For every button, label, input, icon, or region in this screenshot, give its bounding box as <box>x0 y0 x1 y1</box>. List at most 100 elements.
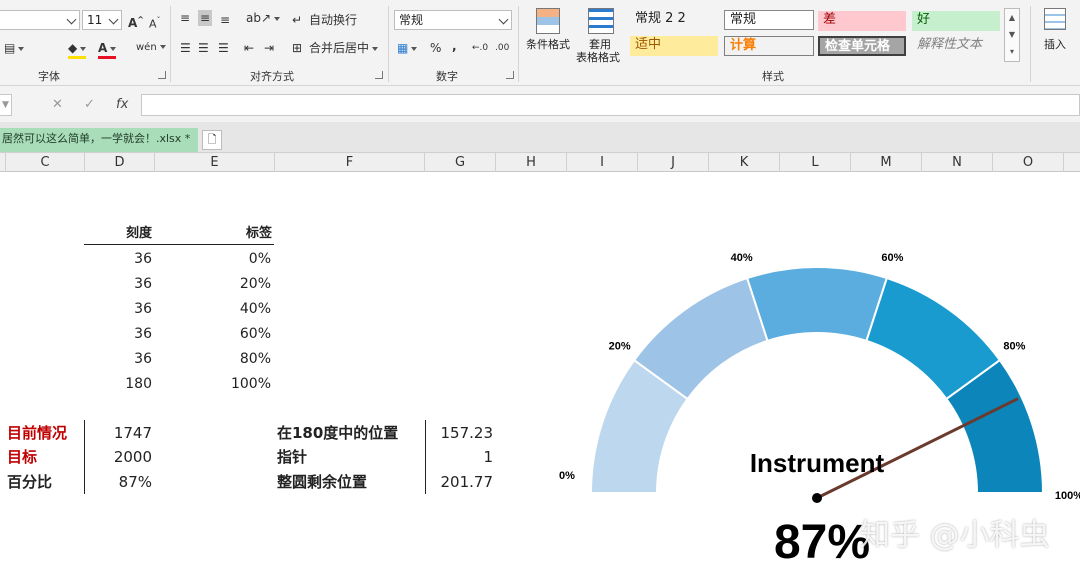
column-header-g[interactable]: G <box>425 153 496 172</box>
style-normal-2-2[interactable]: 常规 2 2 <box>630 10 718 30</box>
style-check-cell[interactable]: 检查单元格 <box>818 36 906 56</box>
gauge-segment[interactable] <box>745 266 889 343</box>
column-header-h[interactable]: H <box>496 153 567 172</box>
merge-icon[interactable]: ⊞ <box>292 40 302 56</box>
align-right-icon[interactable]: ☰ <box>218 40 229 56</box>
column-header-j[interactable]: J <box>638 153 709 172</box>
column-header-k[interactable]: K <box>709 153 780 172</box>
column-header-l[interactable]: L <box>780 153 851 172</box>
table-header-label[interactable]: 标签 <box>220 225 272 243</box>
align-top-icon[interactable]: ≡ <box>180 10 190 26</box>
font-color-icon[interactable]: A <box>98 40 117 59</box>
summary-label[interactable]: 目标 <box>7 448 37 466</box>
borders-icon[interactable]: ▤ <box>4 40 25 56</box>
column-header-o[interactable]: O <box>993 153 1064 172</box>
summary-value[interactable]: 1747 <box>90 424 152 442</box>
insert-button[interactable]: 插入 <box>1040 38 1070 51</box>
new-document-icon[interactable]: 🗋 <box>202 130 222 150</box>
wrap-text-button[interactable]: 自动换行 <box>309 12 357 28</box>
table-cell[interactable]: 36 <box>90 250 152 268</box>
style-neutral[interactable]: 适中 <box>630 36 718 56</box>
column-header-n[interactable]: N <box>922 153 993 172</box>
calc-value[interactable]: 1 <box>430 448 493 466</box>
enter-icon[interactable]: ✓ <box>84 97 95 112</box>
table-header-scale[interactable]: 刻度 <box>100 225 152 243</box>
number-launcher-icon[interactable] <box>506 71 514 79</box>
gauge-value-text: 87% <box>774 516 870 569</box>
column-header-i[interactable]: I <box>567 153 638 172</box>
table-format-icon[interactable] <box>588 8 614 34</box>
font-launcher-icon[interactable] <box>158 71 166 79</box>
style-calculation[interactable]: 计算 <box>724 36 814 56</box>
summary-label[interactable]: 目前情况 <box>7 424 67 442</box>
table-cell[interactable]: 80% <box>200 350 271 368</box>
decrease-decimal-icon[interactable]: .00 <box>495 40 509 56</box>
increase-decimal-icon[interactable]: ←.0 <box>472 40 488 56</box>
insert-icon[interactable] <box>1044 8 1066 30</box>
table-cell[interactable]: 180 <box>90 375 152 393</box>
table-format-label-2[interactable]: 表格格式 <box>572 51 624 64</box>
align-bottom-icon[interactable]: ≡ <box>220 12 230 28</box>
column-header-e[interactable]: E <box>155 153 275 172</box>
orientation-icon[interactable]: ab↗ <box>246 10 281 26</box>
fill-color-icon[interactable]: ◆ <box>68 40 87 59</box>
number-format-combo[interactable]: 常规 <box>394 10 512 30</box>
gauge-tick-label: 60% <box>881 252 903 264</box>
table-cell[interactable]: 36 <box>90 325 152 343</box>
calc-label[interactable]: 指针 <box>277 448 307 466</box>
decrease-indent-icon[interactable]: ⇤ <box>244 40 254 56</box>
cond-format-button[interactable]: 条件格式 <box>522 38 574 51</box>
column-header-d[interactable]: D <box>85 153 155 172</box>
table-cell[interactable]: 60% <box>200 325 271 343</box>
calc-label[interactable]: 整圆剩余位置 <box>277 473 367 491</box>
column-header-m[interactable]: M <box>851 153 922 172</box>
gauge-title: Instrument <box>750 448 885 478</box>
styles-scroll[interactable]: ▲ ▼ ▾ <box>1004 8 1020 62</box>
accounting-icon[interactable]: ▦ <box>397 40 418 56</box>
table-format-label-1[interactable]: 套用 <box>576 38 624 51</box>
wrap-text-icon[interactable]: ↵ <box>292 12 302 28</box>
table-cell[interactable]: 36 <box>90 275 152 293</box>
grow-font-icon[interactable]: A^ <box>128 12 144 31</box>
calc-label[interactable]: 在180度中的位置 <box>277 424 398 442</box>
cancel-icon[interactable]: ✕ <box>52 97 63 112</box>
merge-center-button[interactable]: 合并后居中 <box>309 40 379 56</box>
fx-icon[interactable]: fx <box>116 97 128 112</box>
summary-value[interactable]: 87% <box>90 473 152 491</box>
align-left-icon[interactable]: ☰ <box>180 40 191 56</box>
column-header-c[interactable]: C <box>6 153 85 172</box>
phonetic-icon[interactable]: wén <box>136 40 166 56</box>
document-tab[interactable]: 居然可以这么简单，一学就会！.xlsx * <box>0 128 198 152</box>
gauge-pivot <box>812 493 822 503</box>
table-cell[interactable]: 0% <box>200 250 271 268</box>
table-cell[interactable]: 20% <box>200 275 271 293</box>
gauge-tick-label: 80% <box>1003 341 1025 353</box>
align-center-icon[interactable]: ☰ <box>198 40 209 56</box>
cond-format-icon[interactable] <box>536 8 560 34</box>
summary-value[interactable]: 2000 <box>90 448 152 466</box>
column-header-f[interactable]: F <box>275 153 425 172</box>
increase-indent-icon[interactable]: ⇥ <box>264 40 274 56</box>
column-header-row: C D E F G H I J K L M N O <box>0 152 1080 172</box>
name-box-dropdown-icon[interactable]: ▼ <box>2 100 9 110</box>
font-size-combo[interactable]: 11 <box>82 10 122 30</box>
summary-label[interactable]: 百分比 <box>7 473 52 491</box>
align-middle-icon[interactable]: ≡ <box>198 10 213 26</box>
table-cell[interactable]: 36 <box>90 300 152 318</box>
style-explanatory[interactable]: 解释性文本 <box>912 36 1000 56</box>
percent-button[interactable]: % <box>430 40 441 56</box>
shrink-font-icon[interactable]: Aˇ <box>149 13 161 33</box>
comma-button[interactable]: , <box>452 38 457 54</box>
style-good[interactable]: 好 <box>912 11 1000 31</box>
formula-input[interactable] <box>141 94 1080 116</box>
table-cell[interactable]: 100% <box>200 375 271 393</box>
align-launcher-icon[interactable] <box>375 71 383 79</box>
calc-value[interactable]: 201.77 <box>430 473 494 491</box>
table-cell[interactable]: 36 <box>90 350 152 368</box>
style-normal[interactable]: 常规 <box>724 10 814 30</box>
font-name-combo[interactable] <box>0 10 80 30</box>
calc-value[interactable]: 157.23 <box>430 424 494 442</box>
gauge-tick-label: 0% <box>559 470 575 482</box>
style-bad[interactable]: 差 <box>818 11 906 31</box>
table-cell[interactable]: 40% <box>200 300 271 318</box>
